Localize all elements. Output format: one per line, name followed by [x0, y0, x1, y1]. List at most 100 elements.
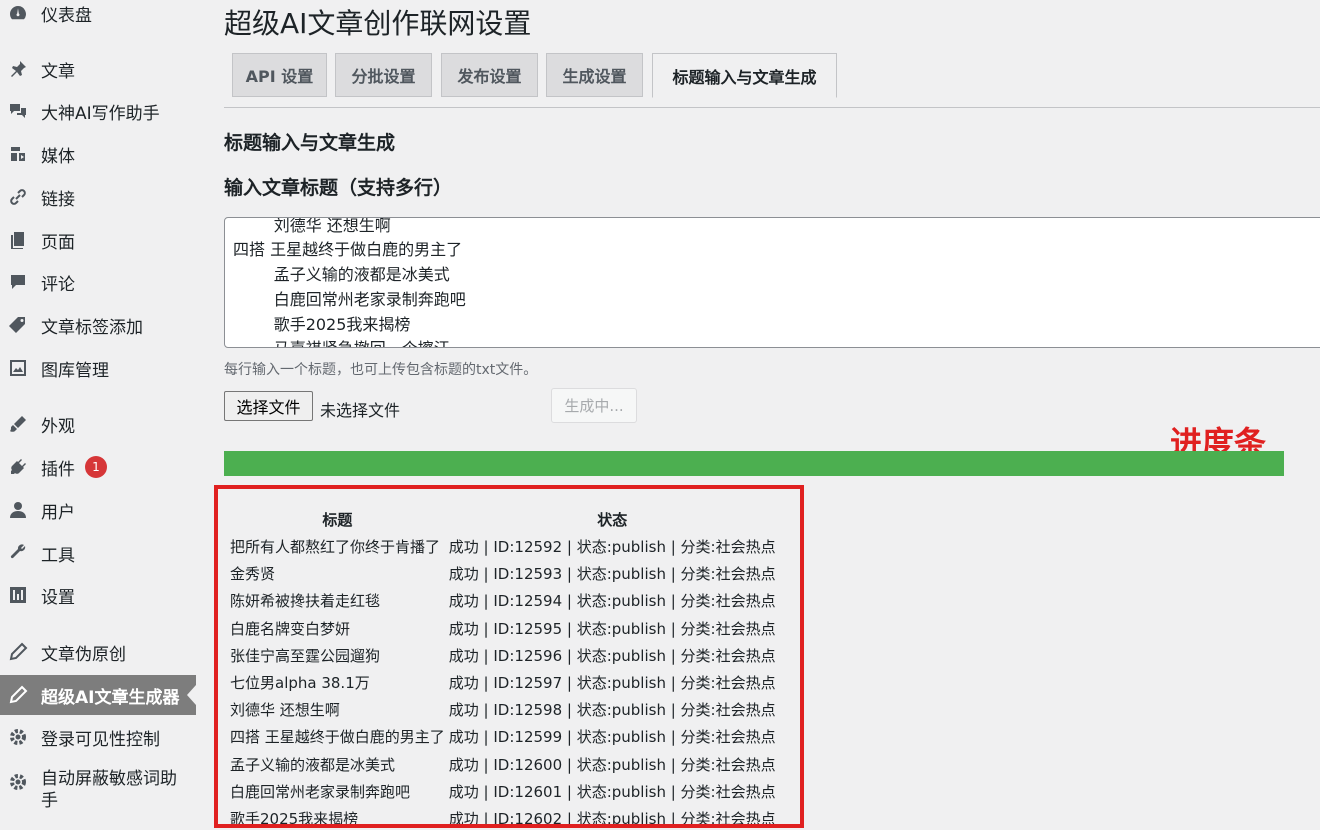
tab-api-settings[interactable]: API 设置	[232, 53, 327, 97]
sidebar-item-ai-generator[interactable]: 超级AI文章生成器	[0, 675, 196, 715]
result-title-cell: 张佳宁高至霆公园遛狗	[230, 646, 381, 665]
result-title-cell: 陈妍希被搀扶着走红毯	[230, 592, 381, 611]
result-status-cell: 成功 | ID:12597 | 状态:publish | 分类:社会热点	[448, 674, 776, 693]
titles-hint: 每行输入一个标题，也可上传包含标题的txt文件。	[224, 362, 538, 378]
file-status: 未选择文件	[320, 401, 401, 420]
wrench-icon	[8, 543, 28, 563]
section-title: 标题输入与文章生成	[224, 132, 396, 154]
progress-bar	[224, 451, 1284, 476]
sidebar-item-label: 登录可见性控制	[41, 729, 160, 750]
progress-fill	[224, 451, 1284, 476]
result-status-cell: 成功 | ID:12592 | 状态:publish | 分类:社会热点	[448, 538, 776, 557]
tab-batch-settings[interactable]: 分批设置	[335, 53, 432, 97]
sidebar-item-pages[interactable]: 页面	[0, 220, 196, 260]
dashboard-icon	[8, 3, 28, 23]
sidebar-item-label: 页面	[41, 232, 75, 253]
sidebar-item-gallery[interactable]: 图库管理	[0, 348, 196, 388]
sidebar-item-dashboard[interactable]: 仪表盘	[0, 0, 196, 33]
textarea-line: 歌手2025我来揭榜	[233, 315, 411, 334]
sidebar-item-appearance[interactable]: 外观	[0, 404, 196, 444]
pencil-icon	[8, 642, 28, 662]
generate-button[interactable]: 生成中...	[551, 388, 637, 423]
user-icon	[8, 500, 28, 520]
result-title-cell: 把所有人都熬红了你终于肯播了	[230, 538, 441, 557]
results-highlight-box: 标题 状态 把所有人都熬红了你终于肯播了 成功 | ID:12592 | 状态:p…	[214, 485, 804, 828]
pencil-icon	[8, 685, 28, 705]
result-status-cell: 成功 | ID:12596 | 状态:publish | 分类:社会热点	[448, 646, 776, 665]
sidebar-item-settings[interactable]: 设置	[0, 575, 196, 615]
sidebar-item-label: 超级AI文章生成器	[41, 687, 180, 708]
result-status-cell: 成功 | ID:12601 | 状态:publish | 分类:社会热点	[448, 782, 776, 801]
result-status-cell: 成功 | ID:12593 | 状态:publish | 分类:社会热点	[448, 565, 776, 584]
pin-icon	[8, 59, 28, 79]
result-status-cell: 成功 | ID:12595 | 状态:publish | 分类:社会热点	[448, 619, 776, 638]
column-header-status: 状态	[597, 510, 628, 529]
table-header-row: 标题 状态	[228, 505, 778, 533]
page-icon	[8, 230, 28, 250]
tab-generation-settings[interactable]: 生成设置	[546, 53, 643, 97]
sidebar-item-plugins[interactable]: 插件 1	[0, 447, 196, 487]
sidebar-item-posts[interactable]: 文章	[0, 49, 196, 89]
gallery-icon	[8, 358, 28, 378]
result-status-cell: 成功 | ID:12602 | 状态:publish | 分类:社会热点	[448, 809, 776, 828]
textarea-line: 白鹿回常州老家录制奔跑吧	[233, 290, 466, 309]
result-status-cell: 成功 | ID:12599 | 状态:publish | 分类:社会热点	[448, 728, 776, 747]
sidebar-item-media[interactable]: 媒体	[0, 134, 196, 174]
sidebar-item-label: 媒体	[41, 146, 75, 167]
sidebar-item-ai-writer[interactable]: 大神AI写作助手	[0, 91, 196, 131]
sidebar-item-label: 评论	[41, 274, 75, 295]
sidebar-item-links[interactable]: 链接	[0, 177, 196, 217]
result-title-cell: 歌手2025我来揭榜	[230, 809, 359, 828]
table-row: 刘德华 还想生啊 成功 | ID:12598 | 状态:publish | 分类:…	[228, 696, 778, 723]
textarea-line: 马嘉祺紧急撤回一个擦汗	[233, 335, 450, 347]
table-row: 七位男alpha 38.1万 成功 | ID:12597 | 状态:publish…	[228, 669, 778, 696]
result-status-cell: 成功 | ID:12600 | 状态:publish | 分类:社会热点	[448, 755, 776, 774]
sidebar-item-tools[interactable]: 工具	[0, 533, 196, 573]
textarea-line: 孟子义输的液都是冰美式	[233, 265, 450, 284]
sidebar-item-label: 文章	[41, 61, 75, 82]
result-title-cell: 七位男alpha 38.1万	[230, 674, 370, 693]
table-row: 孟子义输的液都是冰美式 成功 | ID:12600 | 状态:publish | …	[228, 751, 778, 778]
sidebar-item-sensitive-words[interactable]: 自动屏蔽敏感词助手	[0, 768, 196, 818]
table-row: 张佳宁高至霆公园遛狗 成功 | ID:12596 | 状态:publish | 分…	[228, 642, 778, 669]
sidebar-item-label: 图库管理	[41, 360, 109, 381]
tab-title-input[interactable]: 标题输入与文章生成	[652, 53, 837, 98]
admin-sidebar: 仪表盘 文章 大神AI写作助手 媒体 链接 页面 评论 文章标签添加 图库管理 …	[0, 0, 196, 830]
sidebar-item-comments[interactable]: 评论	[0, 262, 196, 302]
sidebar-item-label: 用户	[41, 502, 75, 523]
sidebar-item-label: 仪表盘	[41, 5, 92, 26]
comment-icon	[8, 272, 28, 292]
sidebar-item-login-visibility[interactable]: 登录可见性控制	[0, 717, 196, 757]
settings-tabs: API 设置 分批设置 发布设置 生成设置 标题输入与文章生成	[224, 53, 1320, 108]
result-title-cell: 四搭 王星越终于做白鹿的男主了	[230, 728, 445, 747]
table-row: 金秀贤 成功 | ID:12593 | 状态:publish | 分类:社会热点	[228, 560, 778, 587]
plugin-icon	[8, 457, 28, 477]
sidebar-item-rewriter[interactable]: 文章伪原创	[0, 632, 196, 672]
table-row: 四搭 王星越终于做白鹿的男主了 成功 | ID:12599 | 状态:publis…	[228, 723, 778, 750]
gear-icon	[8, 772, 28, 792]
choose-file-button[interactable]: 选择文件	[224, 391, 313, 421]
result-status-cell: 成功 | ID:12594 | 状态:publish | 分类:社会热点	[448, 592, 776, 611]
comments-icon	[8, 101, 28, 121]
table-row: 歌手2025我来揭榜 成功 | ID:12602 | 状态:publish | 分…	[228, 805, 778, 828]
result-title-cell: 孟子义输的液都是冰美式	[230, 755, 396, 774]
tag-icon	[8, 315, 28, 335]
sidebar-item-label: 插件	[41, 459, 75, 480]
textarea-line: 四搭 王星越终于做白鹿的男主了	[233, 240, 463, 259]
sidebar-item-label: 自动屏蔽敏感词助手	[41, 769, 177, 811]
result-title-cell: 金秀贤	[230, 565, 276, 584]
sidebar-item-users[interactable]: 用户	[0, 490, 196, 530]
titles-textarea[interactable]: 刘德华 还想生啊 四搭 王星越终于做白鹿的男主了 孟子义输的液都是冰美式 白鹿回…	[224, 217, 1320, 348]
link-icon	[8, 187, 28, 207]
sidebar-item-label: 文章标签添加	[41, 317, 143, 338]
tab-publish-settings[interactable]: 发布设置	[441, 53, 538, 97]
result-status-cell: 成功 | ID:12598 | 状态:publish | 分类:社会热点	[448, 701, 776, 720]
sidebar-item-tag-adder[interactable]: 文章标签添加	[0, 305, 196, 345]
sidebar-item-label: 外观	[41, 416, 75, 437]
sidebar-item-label: 设置	[41, 587, 75, 608]
table-row: 白鹿回常州老家录制奔跑吧 成功 | ID:12601 | 状态:publish |…	[228, 778, 778, 805]
plugin-update-badge: 1	[85, 456, 107, 478]
sidebar-item-label: 大神AI写作助手	[41, 103, 160, 124]
result-title-cell: 白鹿回常州老家录制奔跑吧	[230, 782, 411, 801]
sidebar-item-label: 工具	[41, 545, 75, 566]
